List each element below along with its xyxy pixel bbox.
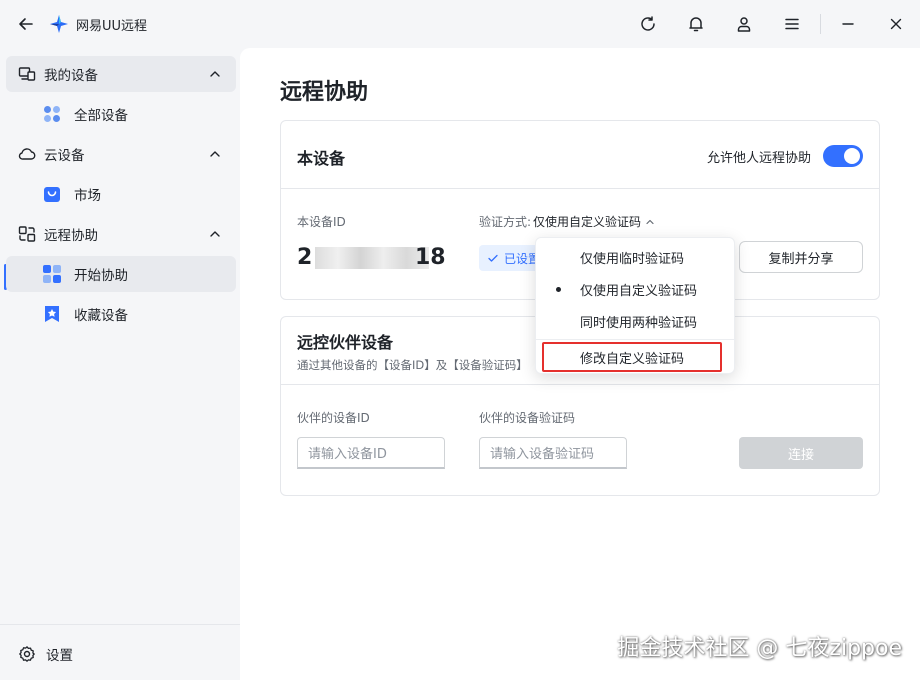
- app-logo-icon: [48, 13, 70, 35]
- dropdown-option-label: 同时使用两种验证码: [580, 315, 698, 331]
- device-id-blur: [315, 247, 429, 269]
- devices-icon: [18, 65, 36, 83]
- device-id-prefix: 2: [297, 245, 313, 270]
- dropdown-divider: [536, 339, 736, 340]
- toggle-knob: [844, 148, 860, 164]
- sidebar-item-label: 收藏设备: [74, 308, 128, 324]
- verify-mode-label: 验证方式:: [479, 215, 532, 229]
- card-title: 远控伙伴设备: [297, 333, 394, 352]
- cloud-icon: [18, 145, 36, 163]
- page-title: 远程协助: [280, 80, 369, 105]
- remote-assist-icon: [18, 225, 36, 243]
- partner-id-input[interactable]: 请输入设备ID: [297, 437, 445, 469]
- app-title: 网易UU远程: [76, 19, 148, 34]
- dropdown-option-label: 仅使用临时验证码: [580, 251, 685, 267]
- settings-button[interactable]: 设置: [18, 644, 73, 664]
- verify-mode-selector[interactable]: 验证方式: 仅使用自定义验证码: [479, 213, 655, 230]
- chevron-up-icon[interactable]: [208, 227, 222, 241]
- title-bar: 网易UU远程: [0, 0, 920, 48]
- highlight-box: [542, 342, 722, 372]
- device-id-value: 2 18: [297, 245, 446, 273]
- sidebar-group-cloud-devices[interactable]: 云设备: [6, 136, 236, 172]
- sidebar-item-favorite-devices[interactable]: 收藏设备: [6, 296, 236, 332]
- card-header: 本设备 允许他人远程协助: [281, 121, 879, 189]
- sidebar-group-my-devices[interactable]: 我的设备: [6, 56, 236, 92]
- partner-code-input[interactable]: 请输入设备验证码: [479, 437, 627, 469]
- shopping-bag-icon: [42, 184, 62, 204]
- chevron-up-icon[interactable]: [208, 67, 222, 81]
- card-subtitle: 通过其他设备的【设备ID】及【设备验证码】: [297, 358, 528, 372]
- set-status-badge: 已设置: [479, 245, 543, 271]
- sidebar-group-label: 远程协助: [44, 228, 98, 244]
- allow-assist-label: 允许他人远程协助: [706, 151, 811, 166]
- bell-icon[interactable]: [684, 12, 708, 36]
- device-id-label: 本设备ID: [297, 215, 346, 229]
- device-id-suffix: 18: [415, 245, 446, 270]
- check-icon: [488, 254, 498, 262]
- sidebar-item-market[interactable]: 市场: [6, 176, 236, 212]
- sidebar-item-label: 全部设备: [74, 108, 128, 124]
- dropdown-option-temporary[interactable]: 仅使用临时验证码: [536, 241, 736, 273]
- verify-mode-value: 仅使用自定义验证码: [533, 215, 642, 229]
- watermark: 掘金技术社区 @ 七夜zippoe: [617, 636, 902, 661]
- selected-bullet-icon: [556, 287, 561, 292]
- close-icon[interactable]: [884, 12, 908, 36]
- sidebar-group-remote-assist[interactable]: 远程协助: [6, 216, 236, 252]
- copy-share-button[interactable]: 复制并分享: [739, 241, 863, 273]
- gear-icon: [19, 646, 35, 662]
- partner-id-label: 伙伴的设备ID: [297, 411, 370, 425]
- bookmark-star-icon: [42, 304, 62, 324]
- sidebar: 我的设备 全部设备 云设备 市场 远程协助 开始协助 收藏设备 设置: [0, 48, 240, 680]
- dropdown-option-label: 仅使用自定义验证码: [580, 283, 698, 299]
- sidebar-item-start-assist[interactable]: 开始协助: [6, 256, 236, 292]
- dropdown-option-custom[interactable]: 仅使用自定义验证码: [536, 273, 736, 305]
- menu-icon[interactable]: [780, 12, 804, 36]
- verify-mode-dropdown: 仅使用临时验证码 仅使用自定义验证码 同时使用两种验证码 修改自定义验证码: [535, 237, 736, 374]
- sidebar-item-label: 开始协助: [74, 268, 128, 284]
- connect-button[interactable]: 连接: [739, 437, 863, 469]
- user-icon[interactable]: [732, 12, 756, 36]
- sidebar-group-label: 我的设备: [44, 68, 98, 84]
- sidebar-item-label: 市场: [74, 188, 101, 204]
- dropdown-option-both[interactable]: 同时使用两种验证码: [536, 305, 736, 337]
- grid-dots-icon: [42, 104, 62, 124]
- sidebar-item-all-devices[interactable]: 全部设备: [6, 96, 236, 132]
- sidebar-group-label: 云设备: [44, 148, 85, 164]
- minimize-icon[interactable]: [836, 12, 860, 36]
- chevron-up-icon[interactable]: [208, 147, 222, 161]
- partner-code-label: 伙伴的设备验证码: [479, 411, 576, 425]
- start-assist-icon: [42, 264, 62, 284]
- allow-assist-toggle[interactable]: [823, 145, 863, 167]
- back-arrow-icon[interactable]: [14, 12, 38, 36]
- settings-label: 设置: [46, 648, 73, 664]
- chevron-up-icon: [646, 219, 654, 224]
- sidebar-divider: [0, 624, 240, 625]
- card-title: 本设备: [297, 149, 346, 168]
- refresh-icon[interactable]: [636, 12, 660, 36]
- titlebar-divider: [820, 14, 821, 34]
